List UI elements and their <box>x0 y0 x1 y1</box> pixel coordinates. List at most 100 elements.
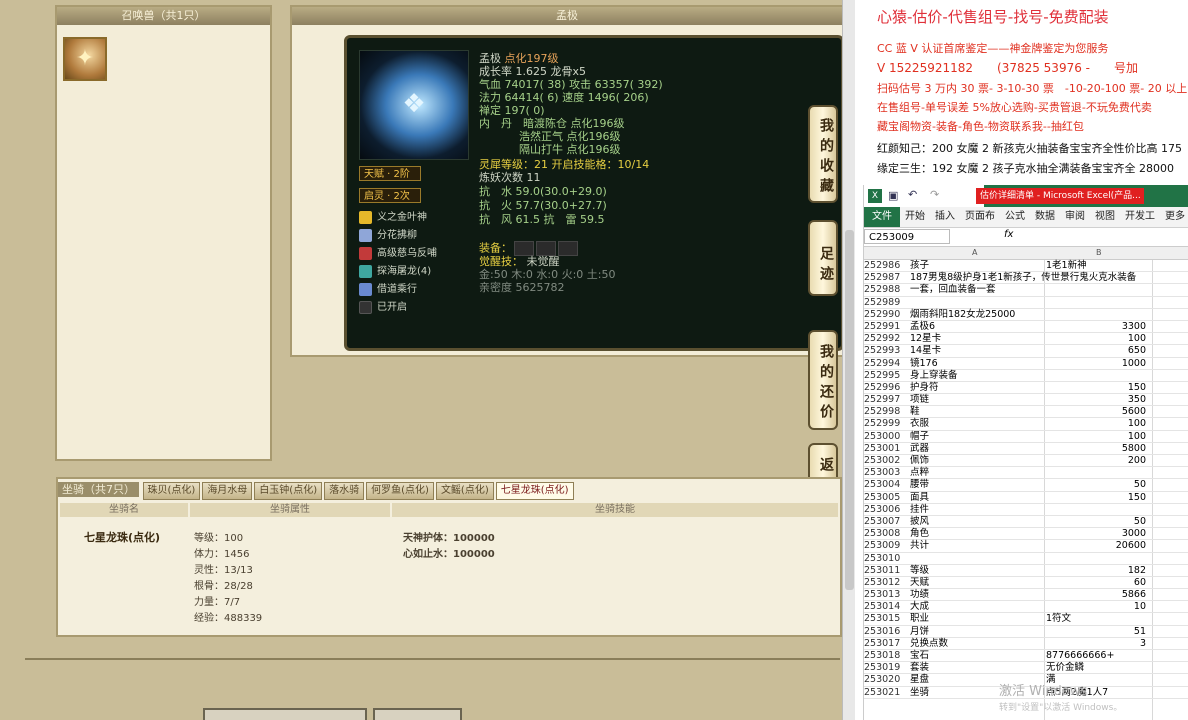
cell-b-number[interactable]: 60 <box>1046 577 1146 588</box>
ribbon-tab[interactable]: 公式 <box>1000 207 1030 227</box>
cell-b-number[interactable]: 182 <box>1046 565 1146 576</box>
cell-a[interactable]: 镜176 <box>910 358 1040 369</box>
mount-tab[interactable]: 珠贝(点化) <box>142 482 201 500</box>
cell-a[interactable]: 项链 <box>910 394 1040 405</box>
sheet-row[interactable]: 253009 共计 20600 <box>864 540 1188 553</box>
cell-a[interactable]: 187男鬼8级护身1老1新孩子，传世景行鬼火克水装备 <box>910 272 1136 283</box>
cell-a[interactable]: 共计 <box>910 540 1040 551</box>
sheet-row[interactable]: 253001 武器 5800 <box>864 443 1188 455</box>
cell-b-number[interactable]: 200 <box>1046 455 1146 466</box>
mount-tab[interactable]: 白玉钟(点化) <box>254 482 323 500</box>
sheet-row[interactable]: 252987 187男鬼8级护身1老1新孩子，传世景行鬼火克水装备 <box>864 272 1188 285</box>
cell-b-number[interactable]: 50 <box>1046 479 1146 490</box>
equip-slot[interactable] <box>514 241 534 256</box>
cell-b-number[interactable]: 5866 <box>1046 589 1146 600</box>
sheet-row[interactable]: 253004 腰带 50 <box>864 479 1188 492</box>
sheet-row[interactable]: 253011 等级 182 <box>864 565 1188 577</box>
ribbon-tab[interactable]: 更多 <box>1160 207 1188 227</box>
cell-a[interactable]: 烟雨斜阳182女龙25000 <box>910 309 1040 320</box>
cell-b-number[interactable]: 100 <box>1046 333 1146 344</box>
history-button[interactable]: 足迹 <box>808 220 838 296</box>
sheet-row[interactable]: 253003 点粹 <box>864 467 1188 480</box>
cell-a[interactable]: 帽子 <box>910 431 1040 442</box>
sheet-row[interactable]: 252998 鞋 5600 <box>864 406 1188 419</box>
cell-b-number[interactable]: 5600 <box>1046 406 1146 417</box>
talent-badge[interactable]: 天赋 · 2阶 <box>359 166 421 181</box>
cell-a[interactable]: 天赋 <box>910 577 1040 588</box>
sheet-row[interactable]: 253018 宝石 8776666666+ <box>864 650 1188 663</box>
cell-a[interactable]: 点粹 <box>910 467 1040 478</box>
cell-a[interactable]: 挂件 <box>910 504 1040 515</box>
skill-item[interactable]: 借道乘行 <box>359 282 417 298</box>
cell-b-number[interactable]: 20600 <box>1046 540 1146 551</box>
cell-b-number[interactable]: 3 <box>1046 638 1146 649</box>
cell-b-number[interactable]: 10 <box>1046 601 1146 612</box>
sheet-row[interactable]: 252992 12星卡 100 <box>864 333 1188 346</box>
cell-b-number[interactable]: 3000 <box>1046 528 1146 539</box>
sheet-row[interactable]: 253000 帽子 100 <box>864 431 1188 443</box>
ribbon-tab[interactable]: 页面布 <box>960 207 1000 227</box>
mount-tab[interactable]: 文鳐(点化) <box>435 482 494 500</box>
cell-b-number[interactable]: 100 <box>1046 431 1146 442</box>
cell-b-text[interactable]: 1符文 <box>1046 613 1071 624</box>
cell-a[interactable]: 月饼 <box>910 626 1040 637</box>
cell-a[interactable]: 12星卡 <box>910 333 1040 344</box>
cell-a[interactable]: 腰带 <box>910 479 1040 490</box>
cell-a[interactable]: 披风 <box>910 516 1040 527</box>
equip-slot[interactable] <box>558 241 578 256</box>
sheet-row[interactable]: 253010 <box>864 553 1188 565</box>
sheet-row[interactable]: 253019 套装 无价金鳞 <box>864 662 1188 675</box>
skill-item[interactable]: 分花拂柳 <box>359 228 417 244</box>
sheet-row[interactable]: 252991 孟极6 3300 <box>864 321 1188 334</box>
sheet-row[interactable]: 253007 披风 50 <box>864 516 1188 529</box>
cell-a[interactable]: 一套，回血装备一套 <box>910 284 1040 295</box>
sheet-row[interactable]: 252988 一套，回血装备一套 <box>864 284 1188 297</box>
sheet-row[interactable]: 253014 大成 10 <box>864 601 1188 614</box>
cell-b-number[interactable]: 350 <box>1046 394 1146 405</box>
cell-a[interactable]: 衣服 <box>910 418 1040 429</box>
my-bargain-button[interactable]: 我的还价 <box>808 330 838 430</box>
sheet-row[interactable]: 253005 面具 150 <box>864 492 1188 504</box>
skill-item[interactable]: 高级慈乌反哺 <box>359 246 437 262</box>
cell-b-text[interactable]: 无价金鳞 <box>1046 662 1084 673</box>
cell-a[interactable]: 职业 <box>910 613 1040 624</box>
cell-a[interactable]: 鞋 <box>910 406 1040 417</box>
cell-a[interactable]: 护身符 <box>910 382 1040 393</box>
cell-b-number[interactable]: 5800 <box>1046 443 1146 454</box>
equip-slot[interactable] <box>536 241 556 256</box>
cell-a[interactable]: 套装 <box>910 662 1040 673</box>
cell-a[interactable]: 孩子 <box>910 260 1040 271</box>
sheet-row[interactable]: 252994 镜176 1000 <box>864 358 1188 370</box>
pet-thumbnail[interactable]: ✦ <box>63 37 107 81</box>
game-scrollbar[interactable] <box>842 0 856 720</box>
sheet-row[interactable]: 252995 身上穿装备 <box>864 370 1188 382</box>
cell-a[interactable]: 功绩 <box>910 589 1040 600</box>
sheet-row[interactable]: 253015 职业 1符文 <box>864 613 1188 626</box>
cell-b-number[interactable]: 51 <box>1046 626 1146 637</box>
bottom-button[interactable] <box>203 708 367 720</box>
ribbon-tab[interactable]: 审阅 <box>1060 207 1090 227</box>
sheet-row[interactable]: 252986 孩子 1老1新神 <box>864 260 1188 273</box>
sheet-row[interactable]: 253008 角色 3000 <box>864 528 1188 541</box>
mount-tab[interactable]: 何罗鱼(点化) <box>366 482 434 500</box>
ribbon-tab[interactable]: 插入 <box>930 207 960 227</box>
cell-a[interactable]: 等级 <box>910 565 1040 576</box>
cell-b-number[interactable]: 100 <box>1046 418 1146 429</box>
column-a-header[interactable]: A <box>972 247 977 259</box>
favorites-button[interactable]: 我的收藏 <box>808 105 838 203</box>
cell-a[interactable]: 宝石 <box>910 650 1040 661</box>
ribbon-tab[interactable]: 数据 <box>1030 207 1060 227</box>
cell-a[interactable]: 角色 <box>910 528 1040 539</box>
sheet-row[interactable]: 253002 佩饰 200 <box>864 455 1188 468</box>
cell-a[interactable]: 兑换点数 <box>910 638 1040 649</box>
redo-icon[interactable]: ↷ <box>930 188 939 201</box>
cell-b-number[interactable]: 650 <box>1046 345 1146 356</box>
cell-a[interactable]: 大成 <box>910 601 1040 612</box>
mount-tab-active[interactable]: 七星龙珠(点化) <box>495 482 574 500</box>
column-b-header[interactable]: B <box>1096 247 1102 259</box>
cell-b-number[interactable]: 1000 <box>1046 358 1146 369</box>
skill-item[interactable]: 已开启 <box>359 300 407 316</box>
sheet-row[interactable]: 253012 天赋 60 <box>864 577 1188 590</box>
ribbon-tab[interactable]: 视图 <box>1090 207 1120 227</box>
bottom-button[interactable] <box>373 708 462 720</box>
